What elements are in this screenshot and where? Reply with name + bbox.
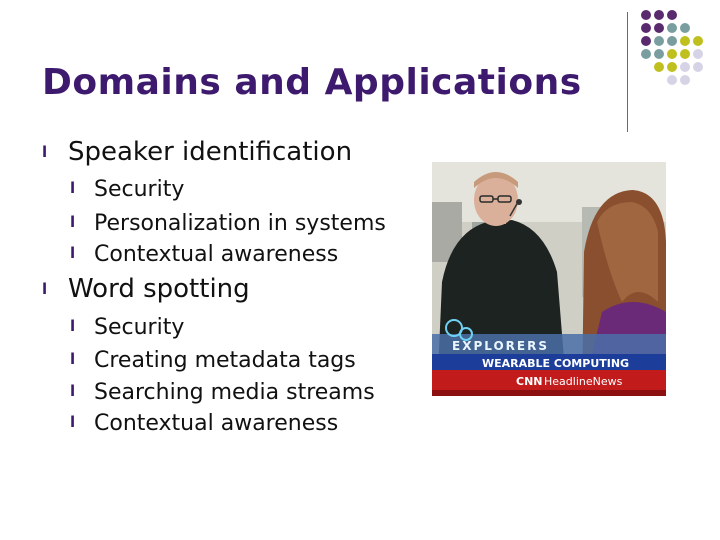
decorative-dot [693, 62, 703, 72]
decorative-dot [680, 62, 690, 72]
divider-line [627, 12, 628, 132]
decorative-dot [680, 36, 690, 46]
decorative-dot [641, 10, 651, 20]
decorative-dot [680, 10, 690, 20]
photo-caption-text: WEARABLE COMPUTING [482, 357, 629, 370]
decorative-dot [667, 49, 677, 59]
decorative-dot [641, 75, 651, 85]
decorative-dot [693, 10, 703, 20]
decorative-dot [693, 36, 703, 46]
decorative-dot [667, 36, 677, 46]
decorative-dot [641, 36, 651, 46]
decorative-dot [667, 10, 677, 20]
news-screenshot-image: EXPLORERS WEARABLE COMPUTING CNN Headlin… [432, 162, 666, 396]
decorative-dot [693, 49, 703, 59]
bullet-marker: l [70, 382, 76, 400]
decorative-dot [667, 62, 677, 72]
bullet-marker: l [42, 143, 48, 161]
decorative-dot [654, 75, 664, 85]
decorative-dot [654, 49, 664, 59]
sub-bullet-contextual-awareness: l Contextual awareness [70, 242, 338, 267]
decorative-dot [667, 75, 677, 85]
bullet-marker: l [70, 350, 76, 368]
decorative-dot [654, 10, 664, 20]
bullet-word-spotting: l Word spotting [42, 274, 250, 304]
decorative-dot-grid [641, 10, 703, 85]
photo-network-prefix: CNN [516, 375, 543, 388]
decorative-dot [680, 49, 690, 59]
decorative-dot [641, 23, 651, 33]
sub-bullet-contextual-awareness: l Contextual awareness [70, 411, 338, 436]
sub-bullet-label: Security [94, 177, 185, 202]
decorative-dot [654, 23, 664, 33]
decorative-dot [680, 75, 690, 85]
decorative-dot [693, 75, 703, 85]
bullet-speaker-identification: l Speaker identification [42, 137, 352, 167]
bullet-marker: l [70, 179, 76, 197]
bullet-marker: l [70, 317, 76, 335]
bullet-marker: l [70, 413, 76, 431]
sub-bullet-label: Personalization in systems [94, 211, 386, 236]
sub-bullet-label: Contextual awareness [94, 411, 339, 436]
sub-bullet-label: Creating metadata tags [94, 348, 356, 373]
bullet-marker: l [42, 280, 48, 298]
sub-bullet-label: Security [94, 315, 185, 340]
bullet-label: Word spotting [68, 274, 250, 304]
photo-brand-text: EXPLORERS [452, 339, 549, 353]
photo-network-name: HeadlineNews [544, 375, 623, 388]
decorative-dot [693, 23, 703, 33]
decorative-dot [641, 62, 651, 72]
bullet-marker: l [70, 244, 76, 262]
decorative-dot [654, 36, 664, 46]
sub-bullet-security: l Security [70, 177, 184, 202]
sub-bullet-label: Contextual awareness [94, 242, 339, 267]
sub-bullet-personalization: l Personalization in systems [70, 211, 386, 236]
decorative-dot [654, 62, 664, 72]
decorative-dot [680, 23, 690, 33]
decorative-dot [641, 49, 651, 59]
decorative-dot [667, 23, 677, 33]
sub-bullet-label: Searching media streams [94, 380, 375, 405]
bullet-marker: l [70, 213, 76, 231]
sub-bullet-metadata-tags: l Creating metadata tags [70, 348, 356, 373]
sub-bullet-media-streams: l Searching media streams [70, 380, 375, 405]
slide-title: Domains and Applications [42, 62, 582, 103]
sub-bullet-security: l Security [70, 315, 184, 340]
bullet-label: Speaker identification [68, 137, 353, 167]
